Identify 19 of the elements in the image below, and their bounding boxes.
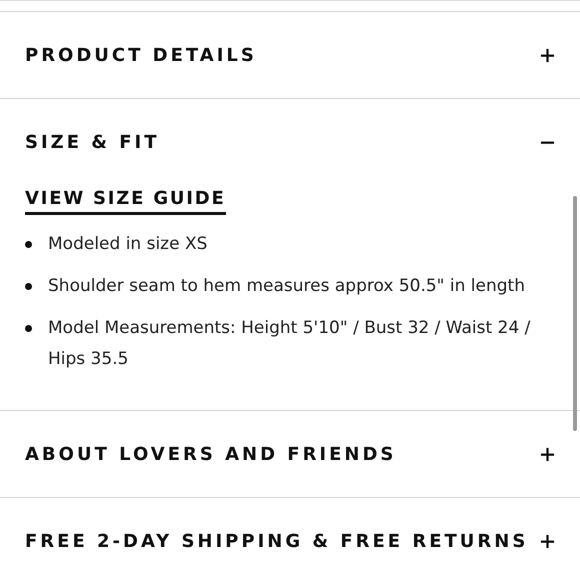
bullet-icon [25,241,32,248]
bullet-icon [25,283,32,290]
accordion-header[interactable]: ABOUT LOVERS AND FRIENDS [0,411,580,497]
scrollbar[interactable] [573,196,577,431]
plus-icon[interactable] [540,446,555,462]
section-title: FREE 2-DAY SHIPPING & FREE RETURNS [25,530,528,552]
accordion-header[interactable]: PRODUCT DETAILS [0,12,580,98]
section-title: PRODUCT DETAILS [25,44,257,66]
bullet-text: Shoulder seam to hem measures approx 50.5" in length [48,275,526,298]
accordion-header[interactable]: SIZE & FIT [0,99,580,185]
bullet-icon [25,325,32,332]
size-guide-link[interactable]: VIEW SIZE GUIDE [25,186,226,215]
plus-icon[interactable] [540,534,555,548]
plus-icon[interactable] [540,48,555,62]
section-title: SIZE & FIT [25,132,160,152]
accordion-header[interactable]: FREE 2-DAY SHIPPING & FREE RETURNS [0,498,580,580]
bullet-text: Modeled in size XS [48,233,208,256]
section-title: ABOUT LOVERS AND FRIENDS [25,444,396,464]
bullet-text: Model Measurements: Height 5'10" / Bust 32 / Waist 24 / Hips 35.5 [48,317,532,371]
